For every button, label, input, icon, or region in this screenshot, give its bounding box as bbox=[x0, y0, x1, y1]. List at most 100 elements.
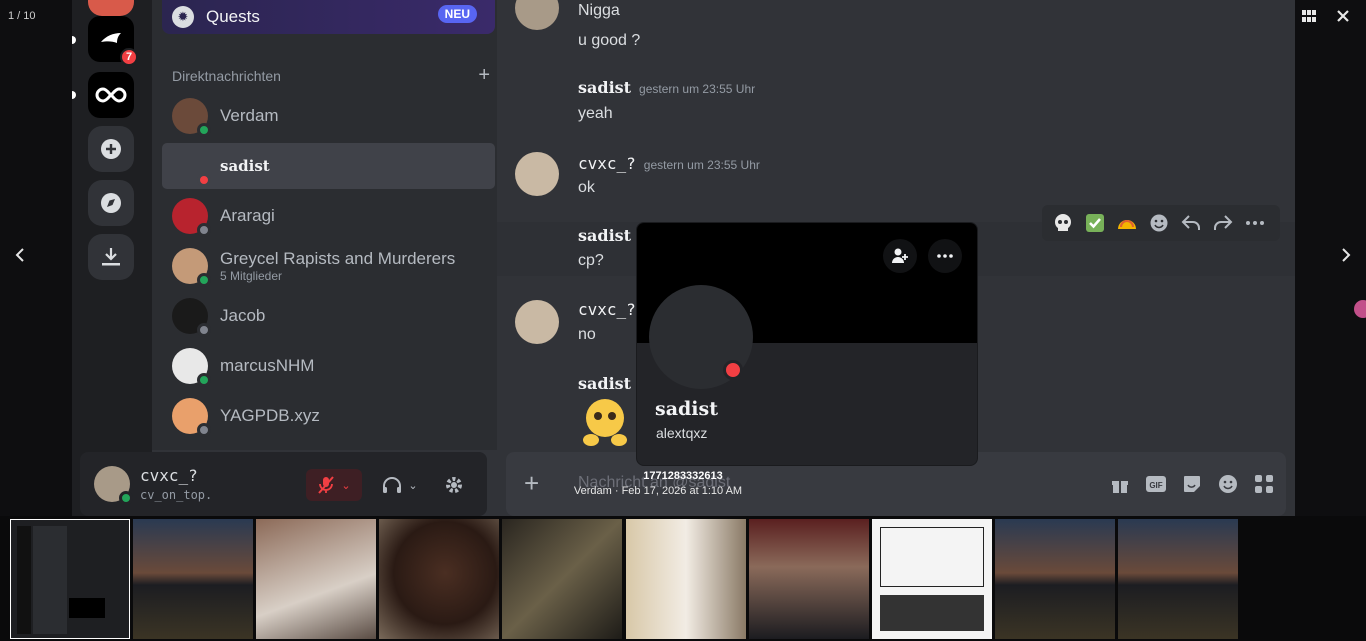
dm-item-group[interactable]: Greycel Rapists and Murderers 5 Mitglied… bbox=[162, 243, 495, 289]
message-author[interactable]: sadist bbox=[578, 374, 631, 393]
plus-icon bbox=[101, 139, 121, 159]
floating-app-icon[interactable] bbox=[1354, 300, 1366, 318]
create-dm-plus-icon[interactable]: + bbox=[478, 64, 490, 87]
dm-item-sadist[interactable]: sadist bbox=[162, 143, 495, 189]
thumbnail[interactable] bbox=[872, 519, 992, 639]
thumbnail[interactable] bbox=[1118, 519, 1238, 639]
thumbnail[interactable] bbox=[379, 519, 499, 639]
message-author[interactable]: sadist gestern um 23:55 Uhr bbox=[578, 78, 755, 97]
more-options-icon[interactable] bbox=[1242, 210, 1268, 236]
shark-icon bbox=[101, 33, 121, 43]
close-icon[interactable] bbox=[1326, 4, 1360, 28]
add-server-button[interactable] bbox=[88, 126, 134, 172]
avatar bbox=[172, 398, 211, 437]
avatar bbox=[172, 248, 211, 287]
thumbnail[interactable] bbox=[995, 519, 1115, 639]
thumbnail-strip bbox=[0, 516, 1366, 641]
dm-member-count: 5 Mitglieder bbox=[220, 269, 283, 283]
quests-label: Quests bbox=[206, 7, 260, 26]
next-image-button[interactable] bbox=[1336, 246, 1356, 269]
quests-item[interactable]: ✹ Quests NEU bbox=[162, 0, 495, 34]
profile-username: alextqxz bbox=[656, 425, 708, 441]
dm-name: sadist bbox=[220, 157, 270, 175]
dm-item-araragi[interactable]: Araragi bbox=[162, 193, 495, 239]
compass-icon bbox=[101, 193, 121, 213]
message-text: u good ? bbox=[578, 32, 641, 49]
message-author[interactable]: cvxc_? bbox=[578, 300, 636, 319]
thumbnail[interactable] bbox=[256, 519, 376, 639]
add-reaction-icon[interactable] bbox=[1146, 210, 1172, 236]
add-friend-icon bbox=[892, 248, 908, 263]
quests-icon: ✹ bbox=[172, 6, 194, 28]
dm-item-marcusnhm[interactable]: marcusNHM bbox=[162, 343, 495, 389]
message-avatar[interactable] bbox=[515, 300, 559, 344]
dm-name: Araragi bbox=[220, 206, 275, 225]
download-apps-button[interactable] bbox=[88, 234, 134, 280]
server-icon[interactable] bbox=[88, 72, 134, 118]
unread-indicator bbox=[72, 91, 76, 99]
message-avatar[interactable] bbox=[515, 0, 559, 30]
status-offline-icon bbox=[197, 223, 211, 237]
message-avatar[interactable] bbox=[515, 152, 559, 196]
message-text: Nigga bbox=[578, 2, 620, 19]
more-options-icon bbox=[937, 254, 953, 258]
message-author[interactable]: sadist bbox=[578, 226, 631, 245]
profile-popout: sadist alextqxz bbox=[636, 222, 978, 466]
dm-item-jacob[interactable]: Jacob bbox=[162, 293, 495, 339]
message-text: no bbox=[578, 326, 596, 343]
dm-item-yagpdb[interactable]: YAGPDB.xyz bbox=[162, 393, 495, 439]
message-actions-bar bbox=[1042, 205, 1280, 241]
forward-icon[interactable] bbox=[1210, 210, 1236, 236]
server-icon[interactable] bbox=[88, 0, 134, 16]
status-offline-icon bbox=[197, 323, 211, 337]
thumbnail[interactable] bbox=[749, 519, 869, 639]
message-author[interactable]: cvxc_? gestern um 23:55 Uhr bbox=[578, 154, 760, 173]
message-group: cvxc_? gestern um 23:55 Uhr ok bbox=[497, 152, 1295, 202]
emoji-sticker bbox=[581, 396, 629, 453]
server-icon[interactable]: 7 bbox=[88, 16, 138, 66]
message-text: ok bbox=[578, 179, 595, 196]
image-viewer: 1 / 10 7 ✹ Quests NEU Direktnachrichten … bbox=[0, 0, 1366, 641]
chevron-right-icon bbox=[1342, 248, 1351, 262]
dm-name: Greycel Rapists and Murderers bbox=[220, 249, 456, 268]
previous-image-button[interactable] bbox=[10, 246, 30, 269]
message-timestamp: gestern um 23:55 Uhr bbox=[643, 158, 760, 172]
reply-icon[interactable] bbox=[1178, 210, 1204, 236]
message-group: Nigga u good ? bbox=[497, 0, 1295, 56]
avatar bbox=[172, 198, 211, 237]
grid-icon[interactable] bbox=[1292, 4, 1326, 28]
infinity-logo-icon bbox=[95, 87, 127, 103]
dm-header: Direktnachrichten + bbox=[172, 64, 490, 86]
status-online-icon bbox=[197, 373, 211, 387]
message-group: sadist gestern um 23:55 Uhr yeah bbox=[497, 78, 1295, 128]
message-text: yeah bbox=[578, 105, 613, 122]
profile-more-button[interactable] bbox=[928, 239, 962, 273]
author-name: cvxc_? bbox=[578, 154, 636, 173]
taco-reaction-icon[interactable] bbox=[1114, 210, 1140, 236]
dm-name: Jacob bbox=[220, 306, 266, 325]
status-online-icon bbox=[197, 123, 211, 137]
author-name: sadist bbox=[578, 78, 632, 97]
caption-title: 1771283332613 bbox=[643, 470, 723, 482]
thumbnail[interactable] bbox=[626, 519, 746, 639]
add-friend-button[interactable] bbox=[883, 239, 917, 273]
avatar bbox=[172, 348, 211, 387]
dm-name: marcusNHM bbox=[220, 356, 315, 375]
thumbnail[interactable] bbox=[133, 519, 253, 639]
dm-item-verdam[interactable]: Verdam bbox=[162, 93, 495, 139]
status-dnd-icon bbox=[197, 173, 211, 187]
thumbnail-selected[interactable] bbox=[10, 519, 130, 639]
new-badge: NEU bbox=[437, 5, 477, 23]
avatar bbox=[172, 148, 211, 187]
image-caption: 1771283332613 Verdam · Feb 17, 2026 at 1… bbox=[0, 470, 1366, 497]
dm-header-label: Direktnachrichten bbox=[172, 68, 281, 84]
status-online-icon bbox=[197, 273, 211, 287]
status-offline-icon bbox=[197, 423, 211, 437]
skull-reaction-icon[interactable] bbox=[1050, 210, 1076, 236]
caption-subtitle: Verdam · Feb 17, 2026 at 1:10 AM bbox=[573, 485, 743, 497]
check-reaction-icon[interactable] bbox=[1082, 210, 1108, 236]
discover-button[interactable] bbox=[88, 180, 134, 226]
status-dnd-icon bbox=[723, 360, 743, 380]
dm-name: YAGPDB.xyz bbox=[220, 406, 320, 425]
thumbnail[interactable] bbox=[502, 519, 622, 639]
